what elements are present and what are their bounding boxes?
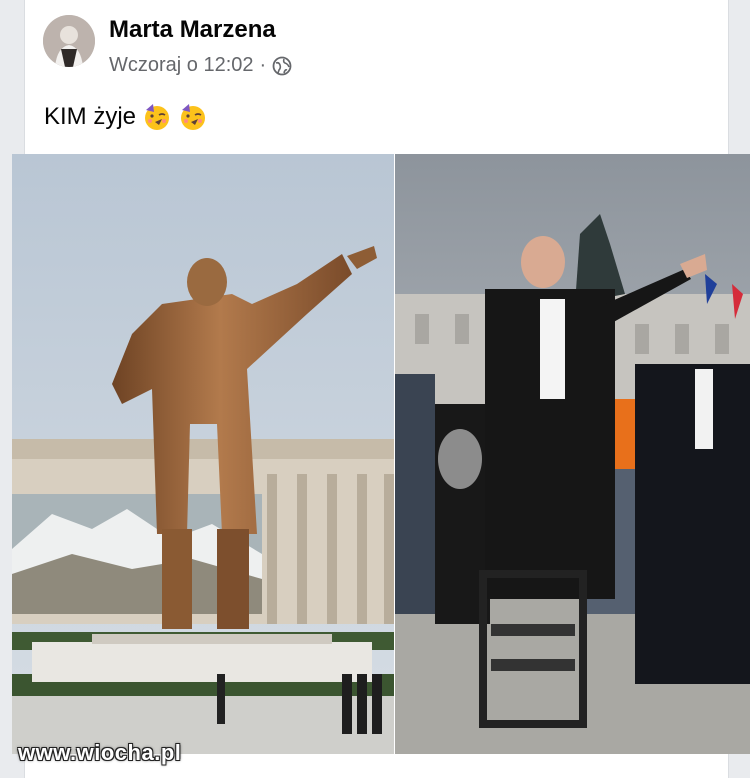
partying-face-icon — [178, 102, 208, 132]
author-avatar[interactable] — [43, 15, 95, 67]
post-meta: Wczoraj o 12:02 · — [109, 54, 292, 77]
post-timestamp[interactable]: Wczoraj o 12:02 — [109, 54, 254, 77]
statue-photo[interactable] — [12, 154, 394, 754]
post-text: KIM żyje — [44, 102, 208, 132]
author-name[interactable]: Marta Marzena — [109, 16, 276, 44]
speech-photo[interactable] — [395, 154, 750, 754]
watermark-text: www.wiocha.pl — [18, 740, 182, 765]
globe-icon[interactable] — [272, 56, 292, 76]
avatar-image — [43, 15, 95, 67]
post-message: KIM żyje — [44, 103, 137, 130]
partying-face-icon — [142, 102, 172, 132]
meta-separator: · — [259, 54, 267, 76]
